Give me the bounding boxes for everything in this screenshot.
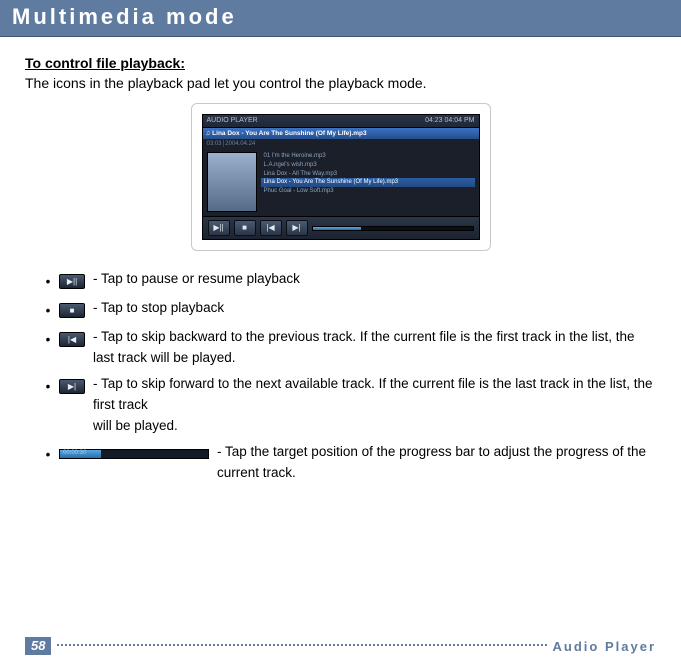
bullet-item: • 00:00:30 - Tap the target position of …	[45, 442, 656, 484]
bullet-text: - Tap to skip backward to the previous t…	[93, 327, 656, 369]
album-art	[207, 152, 257, 212]
page-number: 58	[25, 637, 51, 655]
bullet-item: • ▶| - Tap to skip forward to the next a…	[45, 374, 656, 437]
playlist: 01 I'm the Heroine.mp3 L.A.ngel's wish.m…	[261, 152, 475, 212]
icon-cell: ■	[59, 298, 85, 321]
player-title-left: AUDIO PLAYER	[207, 117, 258, 125]
page: Multimedia mode To control file playback…	[0, 0, 681, 669]
page-footer: 58 Audio Player	[0, 637, 681, 655]
list-item-selected: Lina Dox - You Are The Sunshine (Of My L…	[261, 178, 475, 187]
bullet-text: - Tap to skip forward to the next availa…	[93, 374, 656, 437]
next-track-icon: ▶|	[286, 220, 308, 236]
bullet-text-line1: - Tap to skip forward to the next availa…	[93, 376, 653, 412]
icon-cell: 00:00:30	[59, 442, 209, 465]
audio-player: AUDIO PLAYER 04:23 04:04 PM ♫ Lina Dox -…	[202, 114, 480, 240]
bullet-text: - Tap the target position of the progres…	[217, 442, 656, 484]
section-subhead: To control file playback:	[25, 55, 656, 71]
bullet-item: • |◀ - Tap to skip backward to the previ…	[45, 327, 656, 369]
icon-cell: |◀	[59, 327, 85, 350]
stop-icon: ■	[59, 303, 85, 318]
footer-label: Audio Player	[553, 639, 656, 654]
footer-dots	[57, 644, 546, 646]
prev-track-icon: |◀	[59, 332, 85, 347]
now-playing-banner: ♫ Lina Dox - You Are The Sunshine (Of My…	[203, 128, 479, 139]
list-item: 01 I'm the Heroine.mp3	[261, 152, 475, 161]
icon-cell: ▶|	[59, 374, 85, 397]
player-controls: ▶|| ■ |◀ ▶|	[203, 216, 479, 239]
header-title: Multimedia mode	[12, 4, 237, 29]
icon-cell: ▶||	[59, 269, 85, 292]
stop-icon: ■	[234, 220, 256, 236]
play-pause-icon: ▶||	[59, 274, 85, 289]
list-item: L.A.ngel's wish.mp3	[261, 161, 475, 170]
bullet-dot: •	[45, 374, 51, 398]
bullet-list: • ▶|| - Tap to pause or resume playback …	[25, 269, 656, 483]
bullet-dot: •	[45, 327, 51, 351]
section-intro: The icons in the playback pad let you co…	[25, 75, 656, 91]
list-item: Phuc Goal - Low Soft.mp3	[261, 187, 475, 196]
bullet-dot: •	[45, 298, 51, 322]
list-item: Lina Dox - All The Way.mp3	[261, 170, 475, 179]
bullet-dot: •	[45, 269, 51, 293]
progress-text: 00:00:30	[63, 449, 86, 458]
player-titlebar: AUDIO PLAYER 04:23 04:04 PM	[203, 115, 479, 128]
bullet-dot: •	[45, 442, 51, 466]
now-playing-meta: 03:03│2004.04.24	[203, 141, 479, 149]
player-body: 01 I'm the Heroine.mp3 L.A.ngel's wish.m…	[203, 148, 479, 216]
bullet-item: • ■ - Tap to stop playback	[45, 298, 656, 322]
bullet-text-line2: will be played.	[93, 418, 178, 433]
bullet-item: • ▶|| - Tap to pause or resume playback	[45, 269, 656, 293]
player-screenshot-frame: AUDIO PLAYER 04:23 04:04 PM ♫ Lina Dox -…	[191, 103, 491, 251]
player-title-right: 04:23 04:04 PM	[425, 117, 474, 125]
prev-track-icon: |◀	[260, 220, 282, 236]
header-bar: Multimedia mode	[0, 0, 681, 37]
progress-bar	[312, 226, 474, 231]
progress-bar-icon: 00:00:30	[59, 449, 209, 459]
bullet-text: - Tap to pause or resume playback	[93, 269, 656, 290]
bullet-text: - Tap to stop playback	[93, 298, 656, 319]
play-pause-icon: ▶||	[208, 220, 230, 236]
next-track-icon: ▶|	[59, 379, 85, 394]
